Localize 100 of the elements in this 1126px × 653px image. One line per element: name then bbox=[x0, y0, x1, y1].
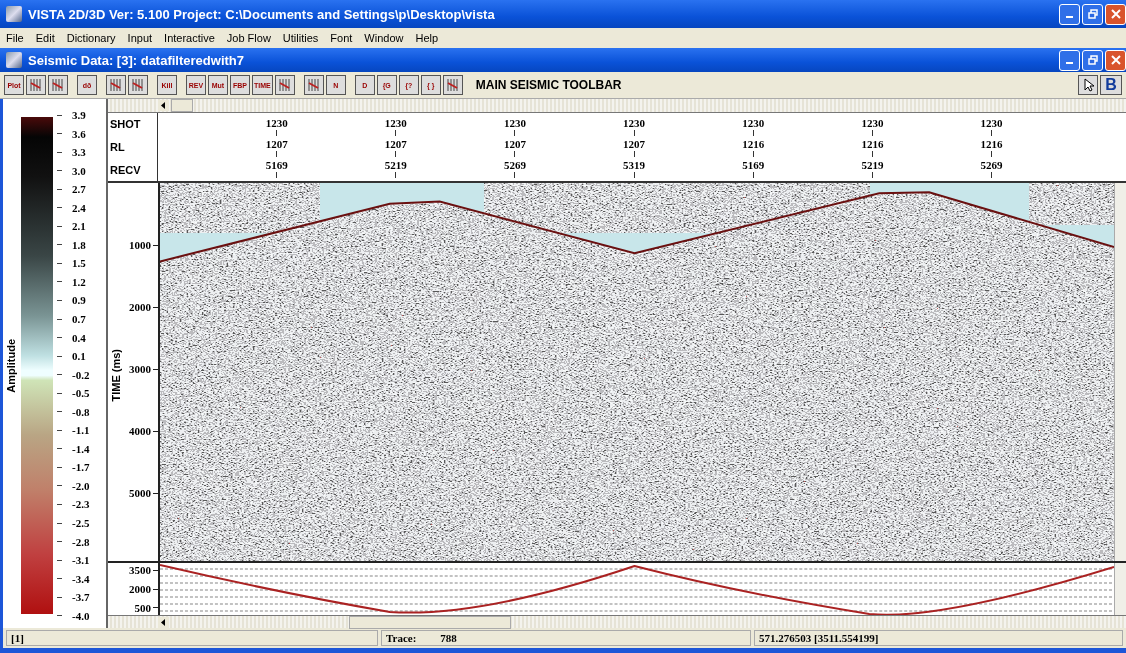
colorbar-tick-label: -2.8 bbox=[72, 535, 90, 548]
menu-item[interactable]: Interactive bbox=[164, 32, 215, 44]
rl-value: 1207 bbox=[623, 138, 646, 150]
colorbar-label: Amplitude bbox=[5, 338, 18, 393]
colorbar-tick-label: 2.1 bbox=[72, 220, 86, 233]
shot-value: 1230 bbox=[623, 117, 646, 129]
close-button[interactable] bbox=[1105, 3, 1126, 25]
close-button[interactable] bbox=[1105, 49, 1126, 71]
colorbar-tick-label: -1.7 bbox=[72, 461, 90, 474]
colorbar-tick-label: -0.5 bbox=[72, 387, 90, 400]
receiver-value: 5319 bbox=[623, 159, 646, 171]
trace-label: Trace: bbox=[386, 632, 417, 644]
restore-button[interactable] bbox=[1082, 49, 1103, 71]
toolbar-button[interactable] bbox=[128, 75, 148, 95]
trace-icon bbox=[131, 78, 145, 92]
shot-value: 1230 bbox=[861, 117, 884, 129]
restore-icon bbox=[1087, 55, 1098, 65]
menu-item[interactable]: Help bbox=[415, 32, 439, 44]
trace-icon bbox=[277, 78, 292, 92]
menu-item[interactable]: Font bbox=[330, 32, 353, 44]
toolbar-button[interactable] bbox=[303, 75, 324, 95]
trace-icon bbox=[51, 78, 65, 92]
window-title: VISTA 2D/3D Ver: 5.100 Project: C:\Documents and Settings\p\Desktop\vista bbox=[28, 6, 495, 22]
colorbar-tick-label: 0.9 bbox=[72, 294, 86, 307]
receiver-value: 5219 bbox=[384, 159, 407, 171]
menu-item[interactable]: Edit bbox=[35, 32, 55, 44]
offset-tick-label: 3500 bbox=[129, 564, 151, 577]
receiver-value: 5269 bbox=[503, 159, 526, 171]
scrollbar-thumb[interactable] bbox=[349, 615, 511, 629]
offset-tick-label: 500 bbox=[134, 601, 151, 614]
menu-item[interactable]: Dictionary bbox=[66, 32, 116, 44]
rl-value: 1207 bbox=[384, 138, 407, 150]
toolbar-button[interactable] bbox=[26, 75, 46, 95]
trace-icon bbox=[306, 78, 321, 92]
time-tick-label: 3000 bbox=[129, 363, 151, 376]
colorbar-tick-label: 1.8 bbox=[72, 238, 86, 251]
toolbar-button[interactable] bbox=[274, 75, 295, 95]
time-tick-label: 2000 bbox=[129, 301, 151, 314]
colorbar-tick-label: 0.4 bbox=[72, 331, 86, 344]
receiver-value: 5269 bbox=[980, 159, 1003, 171]
status-panel: [1] bbox=[6, 630, 378, 646]
colorbar-tick-label: -2.5 bbox=[72, 517, 90, 530]
receiver-value: 5169 bbox=[265, 159, 288, 171]
menu-item[interactable]: Input bbox=[127, 32, 153, 44]
colorbar-tick-label: 3.6 bbox=[72, 127, 86, 140]
trace-icon bbox=[29, 78, 43, 92]
scroll-left-icon bbox=[158, 100, 169, 111]
toolbar-button[interactable] bbox=[48, 75, 68, 95]
pointer-button[interactable] bbox=[1078, 75, 1098, 95]
toolbar-title: MAIN SEISMIC TOOLBAR bbox=[475, 78, 622, 92]
time-tick-label: 4000 bbox=[129, 425, 151, 438]
colorbar-tick-label: 0.1 bbox=[72, 350, 86, 363]
colorbar-tick-label: -0.2 bbox=[72, 368, 90, 381]
trace-icon bbox=[445, 78, 460, 92]
colorbar-tick-label: -2.3 bbox=[72, 498, 90, 511]
menu-item[interactable]: File bbox=[6, 32, 24, 44]
close-icon bbox=[1110, 55, 1121, 65]
menu-item[interactable]: Job Flow bbox=[226, 32, 271, 44]
receiver-value: 5169 bbox=[742, 159, 765, 171]
rl-value: 1216 bbox=[742, 138, 765, 150]
shot-value: 1230 bbox=[980, 117, 1003, 129]
colorbar-tick-label: 3.3 bbox=[72, 146, 86, 159]
vertical-scrollbar[interactable] bbox=[1114, 563, 1126, 615]
colorbar-tick-label: -2.0 bbox=[72, 479, 90, 492]
document-title: Seismic Data: [3]: datafilteredwith7 bbox=[28, 52, 244, 68]
colorbar-tick-label: 2.7 bbox=[72, 183, 86, 196]
minimize-icon bbox=[1066, 62, 1073, 64]
colorbar-tick-label: -3.7 bbox=[72, 591, 90, 604]
colorbar-tick-label: 2.4 bbox=[72, 201, 86, 214]
toolbar-button[interactable] bbox=[106, 75, 126, 95]
horizontal-scrollbar[interactable] bbox=[108, 615, 1126, 628]
header-row-label: RECV bbox=[110, 163, 142, 176]
colorbar-tick-label: -0.8 bbox=[72, 405, 90, 418]
header-row-label: SHOT bbox=[110, 118, 142, 131]
colorbar-tick-label: -1.4 bbox=[72, 442, 90, 455]
restore-button[interactable] bbox=[1082, 3, 1103, 25]
toolbar-button[interactable] bbox=[442, 75, 463, 95]
scrollbar-thumb[interactable] bbox=[171, 99, 193, 112]
time-tick-label: 1000 bbox=[129, 239, 151, 252]
rl-value: 1207 bbox=[265, 138, 288, 150]
menu-item[interactable]: Window bbox=[364, 32, 404, 44]
colorbar-tick-label: 3.0 bbox=[72, 164, 86, 177]
menu-item[interactable]: Utilities bbox=[282, 32, 319, 44]
time-tick-label: 5000 bbox=[129, 487, 151, 500]
minimize-button[interactable] bbox=[1059, 49, 1080, 71]
time-axis-label: TIME (ms) bbox=[110, 349, 122, 402]
trace-value: 788 bbox=[440, 632, 457, 644]
cursor-icon bbox=[1082, 78, 1094, 92]
toolbar-button[interactable]: B bbox=[1100, 75, 1122, 95]
shot-value: 1230 bbox=[503, 117, 526, 129]
vertical-scrollbar[interactable] bbox=[1114, 183, 1126, 561]
colorbar-tick-label: -1.1 bbox=[72, 424, 90, 437]
minimize-button[interactable] bbox=[1059, 3, 1080, 25]
shot-value: 1230 bbox=[742, 117, 765, 129]
horizontal-scrollbar[interactable] bbox=[108, 99, 1126, 113]
restore-icon bbox=[1087, 9, 1098, 19]
colorbar-tick-label: -3.1 bbox=[72, 554, 90, 567]
shot-value: 1230 bbox=[384, 117, 407, 129]
minimize-icon bbox=[1066, 16, 1073, 18]
receiver-value: 5219 bbox=[861, 159, 884, 171]
